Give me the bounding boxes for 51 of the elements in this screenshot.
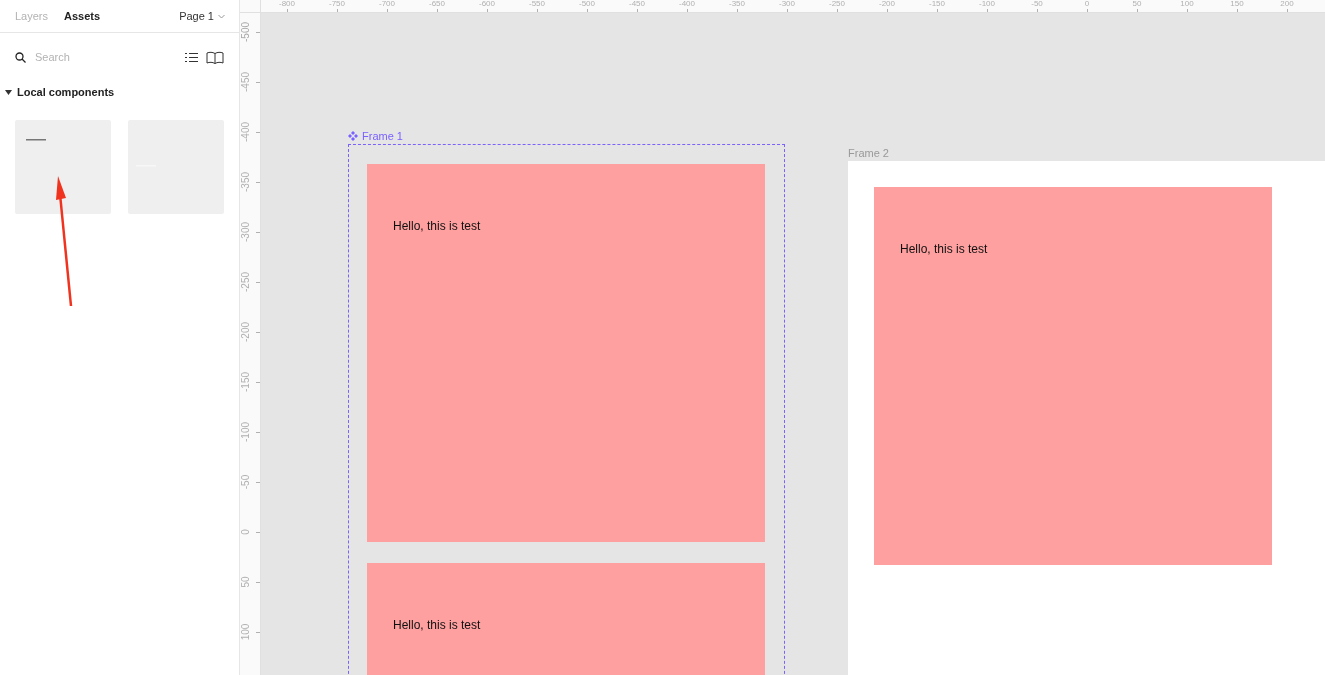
rectangle[interactable]: Hello, this is test [367,563,765,675]
ruler-label: -50 [1030,0,1044,8]
frame[interactable]: Hello, this is test [848,161,1325,675]
ruler-label: -500 [241,21,251,44]
component-frame[interactable]: Hello, this is test Hello, this is test [348,144,785,675]
ruler-label: -600 [478,0,496,8]
ruler-label: -450 [241,71,251,94]
ruler-label: -150 [241,371,251,394]
ruler-label: -200 [878,0,896,8]
rectangle-text: Hello, this is test [900,242,988,256]
ruler-label: -650 [428,0,446,8]
ruler-label: -750 [328,0,346,8]
panel-tab[interactable]: Assets [56,10,109,22]
ruler-label: -400 [241,121,251,144]
ruler-label: -250 [828,0,846,8]
rectangle[interactable]: Hello, this is test [874,187,1272,565]
ruler-label: -150 [928,0,946,8]
ruler-label: 100 [1179,0,1195,8]
ruler-label: -300 [778,0,796,8]
ruler-label: -200 [241,321,251,344]
ruler-label: -550 [528,0,546,8]
ruler-label: -700 [378,0,396,8]
ruler-label: 200 [1279,0,1295,8]
rectangle-text: Hello, this is test [393,618,481,632]
book-icon[interactable] [206,50,224,64]
ruler-label: 50 [1131,0,1143,8]
ruler-label: -350 [241,171,251,194]
page-selector[interactable]: Page 1 [173,10,231,22]
ruler-label: -500 [578,0,596,8]
rectangle-text: Hello, this is test [393,219,481,233]
disclosure-triangle-icon[interactable] [5,89,12,95]
rectangle[interactable]: Hello, this is test [367,164,765,542]
ruler-label: -250 [241,271,251,294]
ruler-label: -800 [278,0,296,8]
chevron-icon [218,13,225,19]
ruler-label: 0 [241,528,251,537]
ruler-label: 50 [241,575,251,590]
ruler-label: -300 [241,221,251,244]
component-icon [348,131,358,141]
ruler-label: 150 [1229,0,1245,8]
ruler-label: -450 [628,0,646,8]
ruler-label: -50 [241,473,251,492]
ruler-label: 100 [241,622,251,643]
frame-name[interactable]: Frame 1 [362,130,403,142]
ruler-label: -350 [728,0,746,8]
ruler-label: -400 [678,0,696,8]
section-title: Local components [17,86,115,98]
list-view-icon[interactable] [185,51,198,63]
ruler-label: -100 [978,0,996,8]
ruler-label: -100 [241,421,251,444]
search-icon [15,51,26,63]
